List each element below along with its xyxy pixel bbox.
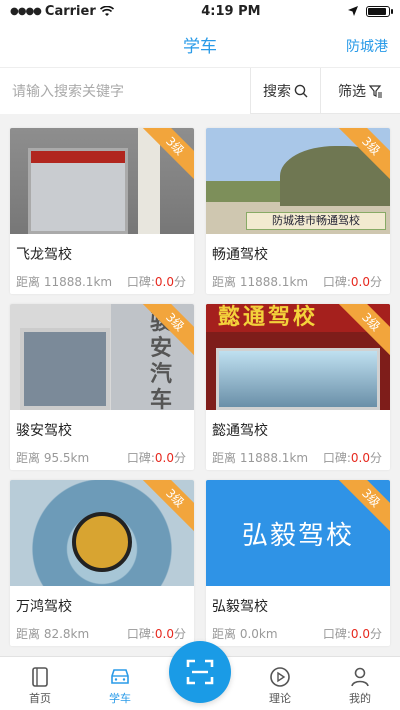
rating-label: 口碑: xyxy=(322,451,351,465)
rating-value: 0.0 xyxy=(154,275,174,289)
school-card[interactable]: 懿通驾校 3级 懿通驾校 距离 11888.1km 口碑:0.0分 xyxy=(206,304,390,470)
school-name: 飞龙驾校 xyxy=(16,247,72,263)
school-card[interactable]: 3级 飞龙驾校 距离 11888.1km 口碑:0.0分 xyxy=(10,128,194,294)
rating-value: 0.0 xyxy=(350,627,370,641)
school-distance: 距离 11888.1km xyxy=(212,275,309,289)
location-icon xyxy=(348,6,358,16)
school-card[interactable]: 防城港市畅通驾校 3级 畅通驾校 距离 11888.1km 口碑:0.0分 xyxy=(206,128,390,294)
play-icon xyxy=(270,667,290,687)
tab-learn-driving[interactable]: 学车 xyxy=(80,657,160,710)
school-emblem xyxy=(72,512,132,572)
school-meta: 距离 11888.1km 口碑:0.0分 xyxy=(206,444,390,466)
book-icon xyxy=(32,667,48,687)
school-meta: 距离 95.5km 口碑:0.0分 xyxy=(10,444,194,466)
school-card[interactable]: 3级 万鸿驾校 距离 82.8km 口碑:0.0分 xyxy=(10,480,194,646)
storefront-door xyxy=(28,148,128,234)
rating-label: 口碑: xyxy=(126,451,155,465)
school-meta: 距离 82.8km 口碑:0.0分 xyxy=(10,620,194,642)
school-meta: 距离 11888.1km 口碑:0.0分 xyxy=(206,268,390,290)
scan-icon xyxy=(186,659,214,685)
rating-label: 口碑: xyxy=(322,275,351,289)
status-time: 4:19 PM xyxy=(201,3,261,19)
tab-theory[interactable]: 理论 xyxy=(240,657,320,710)
rating-value: 0.0 xyxy=(154,451,174,465)
school-name: 懿通驾校 xyxy=(212,423,268,439)
rating-value: 0.0 xyxy=(154,627,174,641)
tab-home[interactable]: 首页 xyxy=(0,657,80,710)
page-title: 学车 xyxy=(183,37,217,57)
tab-mine[interactable]: 我的 xyxy=(320,657,400,710)
wifi-icon xyxy=(99,5,114,16)
school-distance: 距离 95.5km xyxy=(16,451,90,465)
window-panel xyxy=(20,328,110,410)
status-left: ●●●● Carrier xyxy=(10,4,114,19)
rating-label: 口碑: xyxy=(126,275,155,289)
search-icon xyxy=(294,84,308,97)
filter-button-label: 筛选 xyxy=(338,83,366,100)
search-button-label: 搜索 xyxy=(263,83,291,100)
rating-value: 0.0 xyxy=(350,451,370,465)
battery-icon xyxy=(366,5,393,17)
rating-value: 0.0 xyxy=(350,275,370,289)
status-bar: ●●●● Carrier 4:19 PM xyxy=(0,0,400,22)
rating-unit: 分 xyxy=(369,627,382,641)
tab-label: 我的 xyxy=(349,692,371,705)
school-name: 畅通驾校 xyxy=(212,247,268,263)
rating-unit: 分 xyxy=(369,451,382,465)
school-rating: 口碑:0.0分 xyxy=(127,273,186,290)
tab-label: 理论 xyxy=(269,692,291,705)
school-rating: 口碑:0.0分 xyxy=(127,625,186,642)
school-photo: 懿通驾校 3级 xyxy=(206,304,390,410)
tab-bar: 首页 学车 理论 我的 xyxy=(0,641,400,710)
school-meta: 距离 11888.1km 口碑:0.0分 xyxy=(10,268,194,290)
school-card[interactable]: 骏安汽车驾驶 3级 骏安驾校 距离 95.5km 口碑:0.0分 xyxy=(10,304,194,470)
carrier-label: Carrier xyxy=(44,3,96,19)
school-distance: 距离 11888.1km xyxy=(16,275,113,289)
scan-button[interactable] xyxy=(169,641,231,703)
school-name: 骏安驾校 xyxy=(16,423,72,439)
school-photo: 防城港市畅通驾校 3级 xyxy=(206,128,390,234)
person-icon xyxy=(351,667,369,687)
school-banner: 防城港市畅通驾校 xyxy=(246,212,386,230)
placeholder-title: 弘毅驾校 xyxy=(241,520,354,551)
rating-unit: 分 xyxy=(173,451,186,465)
school-photo: 弘毅驾校 3级 xyxy=(206,480,390,586)
school-name: 弘毅驾校 xyxy=(212,599,268,615)
school-photo: 3级 xyxy=(10,128,194,234)
rating-label: 口碑: xyxy=(126,627,155,641)
school-meta: 距离 0.0km 口碑:0.0分 xyxy=(206,620,390,642)
school-rating: 口碑:0.0分 xyxy=(323,625,382,642)
search-row: 搜索 筛选 xyxy=(0,67,400,114)
nav-bar: 学车 防城港 xyxy=(0,22,400,68)
filter-button[interactable]: 筛选 xyxy=(320,67,400,114)
search-input[interactable] xyxy=(0,67,250,114)
rating-unit: 分 xyxy=(173,275,186,289)
school-photo: 3级 xyxy=(10,480,194,586)
school-distance: 距离 82.8km xyxy=(16,627,90,641)
rating-unit: 分 xyxy=(173,627,186,641)
city-selector[interactable]: 防城港 xyxy=(346,36,388,56)
vertical-sign xyxy=(138,128,160,234)
rating-unit: 分 xyxy=(369,275,382,289)
storefront-window xyxy=(216,348,380,410)
school-rating: 口碑:0.0分 xyxy=(323,273,382,290)
tab-label: 学车 xyxy=(109,692,131,705)
rating-label: 口碑: xyxy=(322,627,351,641)
school-grid: 3级 飞龙驾校 距离 11888.1km 口碑:0.0分 防城港市畅通驾校 3级… xyxy=(10,128,390,646)
school-name: 万鸿驾校 xyxy=(16,599,72,615)
grade-badge: 3级 xyxy=(136,480,194,537)
school-rating: 口碑:0.0分 xyxy=(323,449,382,466)
school-distance: 距离 11888.1km xyxy=(212,451,309,465)
tab-scan xyxy=(160,641,240,710)
school-rating: 口碑:0.0分 xyxy=(127,449,186,466)
car-icon xyxy=(111,669,129,684)
tab-label: 首页 xyxy=(29,692,51,705)
school-photo: 骏安汽车驾驶 3级 xyxy=(10,304,194,410)
filter-icon xyxy=(369,84,382,98)
school-card[interactable]: 弘毅驾校 3级 弘毅驾校 距离 0.0km 口碑:0.0分 xyxy=(206,480,390,646)
status-right xyxy=(348,5,393,17)
signal-icon: ●●●● xyxy=(10,5,42,17)
search-button[interactable]: 搜索 xyxy=(250,67,320,114)
school-distance: 距离 0.0km xyxy=(212,627,278,641)
